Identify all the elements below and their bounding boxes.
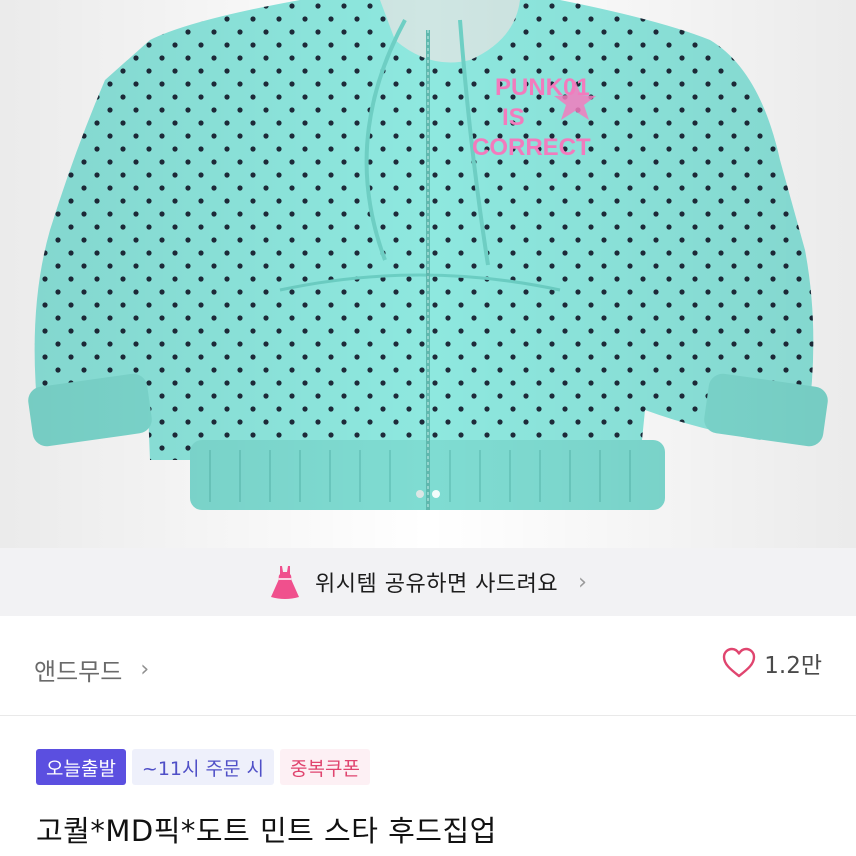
image-pager: [0, 490, 856, 502]
wish-banner-text: 위시템 공유하면 사드려요: [315, 572, 559, 597]
today-ship-badge: 오늘출발: [36, 749, 126, 785]
pager-dot[interactable]: [416, 490, 424, 498]
like-button[interactable]: 1.2만: [722, 646, 822, 680]
heart-icon: [723, 647, 756, 678]
badge-row: 오늘출발 ~11시 주문 시 중복쿠폰: [36, 749, 370, 785]
hoodie-illustration: PUNK01 IS CORRECT: [0, 0, 856, 548]
print-line-2: IS: [502, 104, 525, 131]
like-count: 1.2만: [764, 653, 822, 679]
brand-link[interactable]: 앤드무드 ›: [34, 652, 149, 687]
product-image[interactable]: PUNK01 IS CORRECT: [0, 0, 856, 548]
print-line-3: CORRECT: [472, 134, 591, 161]
pager-dot[interactable]: [432, 490, 440, 498]
order-time-badge: ~11시 주문 시: [131, 749, 275, 785]
chevron-right-icon: ›: [140, 657, 150, 682]
brand-row: 앤드무드 › 1.2만: [0, 616, 856, 716]
brand-name: 앤드무드: [34, 658, 123, 686]
chevron-right-icon: ›: [578, 569, 587, 595]
wish-share-banner[interactable]: 위시템 공유하면 사드려요 ›: [0, 548, 856, 616]
coupon-badge: 중복쿠폰: [280, 749, 370, 785]
dress-icon: [271, 566, 300, 599]
product-title: 고퀄*MD픽*도트 민트 스타 후드집업: [36, 814, 497, 848]
